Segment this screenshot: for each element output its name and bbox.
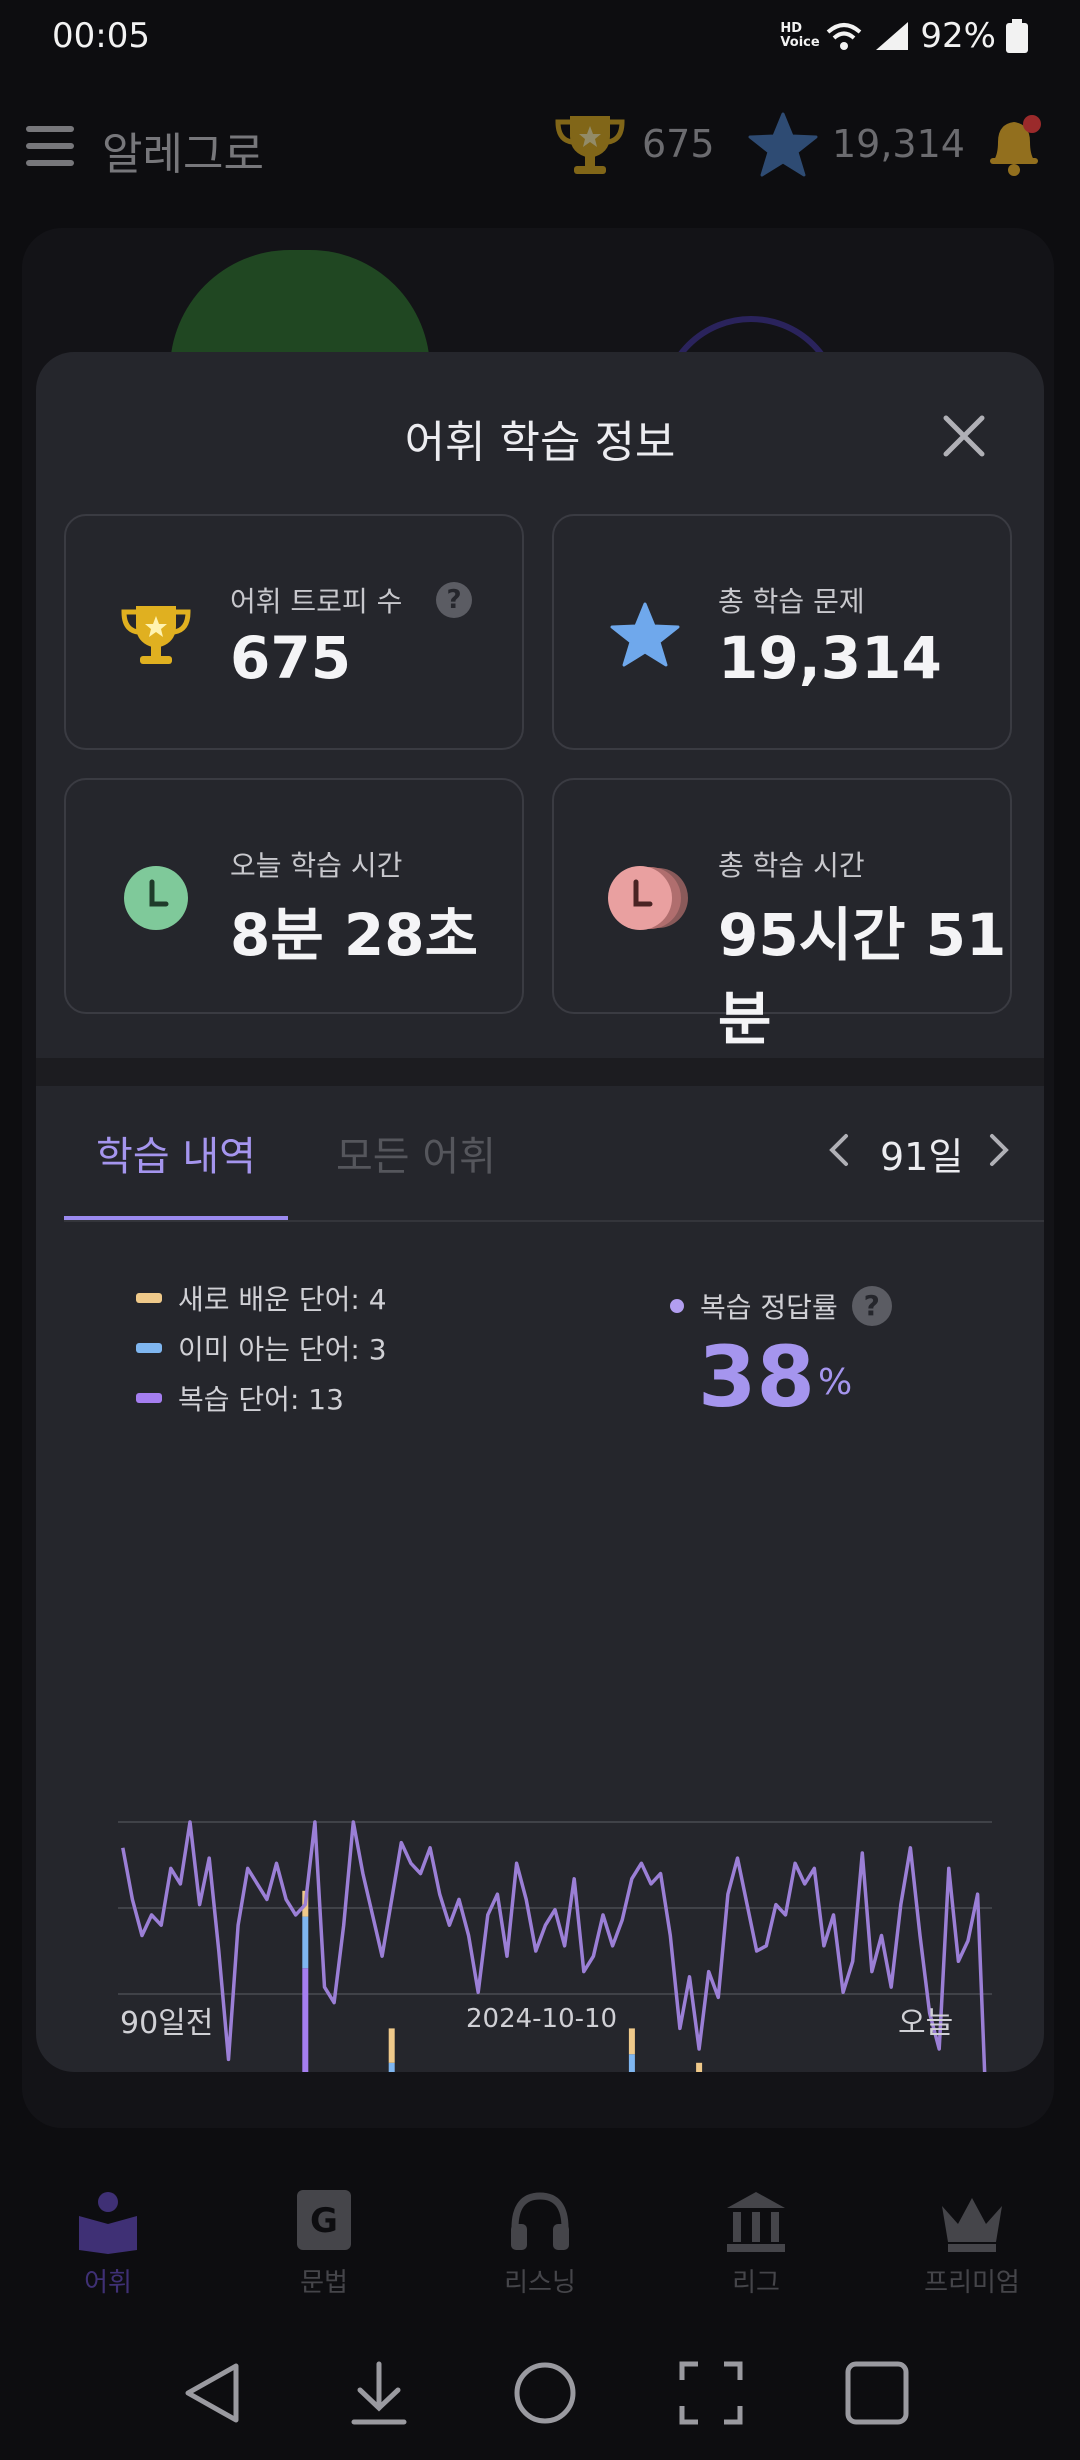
stat-label: 총 학습 문제: [718, 585, 865, 618]
status-clock: 00:05: [52, 16, 150, 56]
stat-value: 8분 28초: [230, 901, 478, 969]
app-title: 알레그로: [102, 129, 264, 180]
recents-icon[interactable]: [842, 2358, 912, 2428]
stat-value: 19,314: [718, 624, 942, 692]
header-trophy-count: 675: [642, 122, 715, 166]
grammar-book-icon: G: [297, 2190, 351, 2250]
nav-league[interactable]: 리그: [656, 2188, 856, 2299]
book-icon: [79, 2192, 137, 2254]
stacked-clock-icon: [608, 866, 688, 930]
clock-icon: [124, 866, 188, 930]
x-label-end: 오늘: [898, 2006, 954, 2041]
legend-review-words: 복습 단어: 13: [136, 1378, 344, 1418]
legend-label: 새로 배운 단어: 4: [178, 1283, 387, 1316]
nav-label: 리스닝: [504, 2268, 576, 2298]
help-icon[interactable]: ?: [436, 582, 472, 618]
legend-dot: [670, 1299, 684, 1313]
menu-icon[interactable]: [26, 126, 74, 166]
svg-text:G: G: [310, 2201, 338, 2241]
review-rate-line: [121, 1820, 987, 2072]
bar-known: [302, 1916, 309, 1969]
nav-premium[interactable]: 프리미엄: [872, 2188, 1072, 2299]
review-rate-unit: %: [818, 1362, 853, 1403]
bar-known: [388, 2062, 395, 2072]
wifi-icon: [827, 23, 862, 50]
hd-voice-icon: HD Voice: [780, 21, 820, 50]
stat-value: 675: [230, 624, 352, 692]
close-icon[interactable]: [936, 408, 992, 464]
legend-label: 복습 단어: 13: [178, 1383, 344, 1416]
bar-known: [628, 2054, 635, 2072]
system-nav-bar: [0, 2330, 1080, 2460]
nav-grammar[interactable]: G 문법: [224, 2188, 424, 2299]
nav-label: 어휘: [84, 2268, 132, 2298]
review-rate-value: 38: [698, 1328, 815, 1426]
bar-new: [696, 2062, 703, 2072]
trophy-count-card: 어휘 트로피 수 ? 675: [64, 514, 524, 750]
total-problems-card: 총 학습 문제 19,314: [552, 514, 1012, 750]
stat-label: 오늘 학습 시간: [230, 849, 403, 882]
bell-icon[interactable]: [984, 112, 1046, 178]
chevron-right-icon[interactable]: [980, 1130, 1016, 1170]
chevron-left-icon[interactable]: [822, 1130, 858, 1170]
legend-label: 이미 아는 단어: 3: [178, 1333, 387, 1366]
header-star-count: 19,314: [832, 122, 965, 166]
bottom-nav: 어휘 G 문법 리스닝 리그 프리미엄: [0, 2158, 1080, 2318]
trophy-icon[interactable]: [552, 112, 628, 178]
legend-swatch: [136, 1293, 162, 1303]
section-divider: [36, 1058, 1044, 1086]
battery-percent: 92%: [920, 16, 996, 56]
x-label-mid: 2024-10-10: [466, 2004, 618, 2034]
legend-swatch: [136, 1393, 162, 1403]
tabs-divider: [64, 1220, 1044, 1222]
crown-icon: [942, 2198, 1002, 2252]
nav-vocab[interactable]: 어휘: [8, 2188, 208, 2299]
download-icon[interactable]: [344, 2358, 414, 2428]
building-icon: [727, 2192, 785, 2252]
nav-label: 리그: [732, 2268, 780, 2298]
stat-label: 총 학습 시간: [718, 849, 865, 882]
back-icon[interactable]: [178, 2358, 248, 2428]
trophy-icon: [121, 606, 191, 664]
total-time-card: 총 학습 시간 95시간 51분: [552, 778, 1012, 1053]
stat-value: 95시간 51분: [718, 901, 1007, 1053]
range-label: 91일: [880, 1135, 964, 1179]
study-history-chart: [118, 1820, 992, 2072]
help-icon[interactable]: ?: [851, 1286, 892, 1326]
legend-new-words: 새로 배운 단어: 4: [136, 1278, 387, 1318]
status-icons: HD Voice 92%: [780, 16, 1028, 56]
star-icon: [610, 602, 680, 667]
review-rate-legend: 복습 정답률 ?: [670, 1286, 892, 1326]
review-rate-label: 복습 정답률: [700, 1291, 838, 1324]
modal-title: 어휘 학습 정보: [404, 417, 676, 468]
nav-label: 프리미엄: [924, 2268, 1020, 2298]
home-icon[interactable]: [510, 2358, 580, 2428]
legend-known-words: 이미 아는 단어: 3: [136, 1328, 387, 1368]
star-icon[interactable]: [748, 112, 818, 178]
bar-new: [388, 2028, 395, 2063]
tab-history[interactable]: 학습 내역: [64, 1124, 288, 1182]
today-time-card: 오늘 학습 시간 8분 28초: [64, 778, 524, 1014]
legend-swatch: [136, 1343, 162, 1353]
stat-label: 어휘 트로피 수: [230, 585, 403, 618]
bar-review: [302, 1968, 309, 2072]
signal-icon: [876, 22, 909, 50]
x-label-start: 90일전: [120, 2006, 214, 2041]
headphones-icon: [511, 2192, 569, 2250]
nav-label: 문법: [300, 2268, 348, 2298]
vocab-info-modal: 어휘 학습 정보 어휘 트로피 수 ? 675 총 학습 문제 19,314 오…: [36, 352, 1044, 2072]
screenshot-icon[interactable]: [676, 2358, 746, 2428]
nav-listening[interactable]: 리스닝: [440, 2188, 640, 2299]
bar-new: [628, 2028, 635, 2055]
tab-all-words[interactable]: 모든 어휘: [336, 1124, 496, 1182]
battery-icon: [1006, 19, 1028, 53]
